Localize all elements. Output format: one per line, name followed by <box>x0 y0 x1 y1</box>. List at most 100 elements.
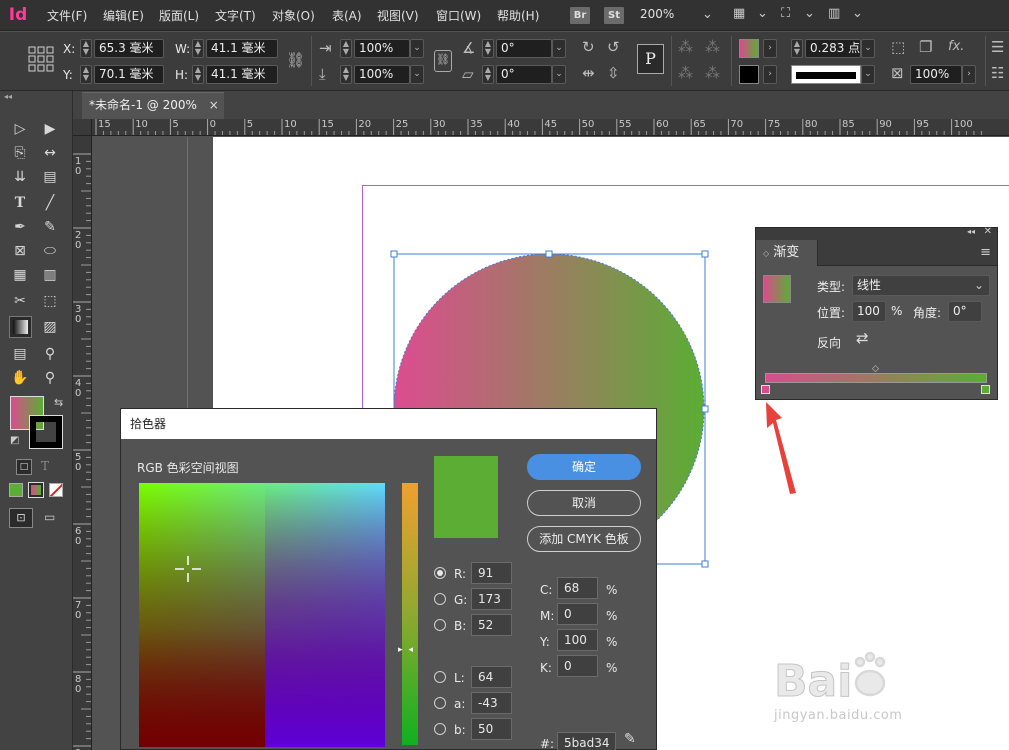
r-radio[interactable] <box>434 567 446 579</box>
screen-mode-icon[interactable]: ⛶ <box>781 6 790 21</box>
scale-y-dropdown[interactable]: ⌄ <box>410 65 424 84</box>
menu-help[interactable]: 帮助(H) <box>497 7 539 24</box>
color-field[interactable] <box>139 483 385 747</box>
gradient-swatch-tool-icon[interactable] <box>9 316 32 338</box>
default-colors-icon[interactable]: ◩ <box>10 435 19 446</box>
rotate-ccw-icon[interactable]: ↺ <box>607 38 620 56</box>
eyedropper-icon[interactable]: ✎ <box>624 731 636 747</box>
stroke-weight-dropdown[interactable]: ⌄ <box>861 39 875 58</box>
drop-shadow-icon[interactable]: ❐ <box>919 38 932 56</box>
page-tool-icon[interactable]: ⎘ <box>10 143 30 163</box>
h-field[interactable]: 41.1 毫米 <box>206 65 278 84</box>
gradient-preview-swatch[interactable] <box>763 275 791 303</box>
select-previous-icon[interactable]: ⁂ <box>705 38 720 56</box>
direct-selection-tool-icon[interactable]: ▶ <box>40 119 60 139</box>
scale-x-dropdown[interactable]: ⌄ <box>410 39 424 58</box>
content-collector-icon[interactable]: ⇊ <box>10 167 30 187</box>
type-tool-icon[interactable]: T <box>10 193 30 213</box>
w-spinner[interactable]: ▲ ▼ <box>192 39 204 58</box>
g-radio[interactable] <box>434 593 446 605</box>
view-options-icon[interactable]: ▦ <box>733 6 745 21</box>
constrain-scale-icon[interactable]: ⛓ <box>434 50 452 72</box>
scissors-tool-icon[interactable]: ✂ <box>10 291 30 311</box>
chevron-down-icon[interactable]: ⌄ <box>757 6 768 21</box>
stroke-weight-field[interactable]: 0.283 点 <box>805 39 861 58</box>
screen-mode-normal-icon[interactable]: ⊡ <box>9 508 33 528</box>
stroke-swatch[interactable] <box>739 65 759 84</box>
a-field[interactable]: -43 <box>471 692 512 714</box>
grid-tool-icon[interactable]: ▥ <box>40 265 60 285</box>
screen-mode-preview-icon[interactable]: ▭ <box>44 510 55 524</box>
shear-field[interactable]: 0° <box>496 65 552 84</box>
flip-horizontal-icon[interactable]: ⇹ <box>582 64 595 82</box>
w-field[interactable]: 41.1 毫米 <box>206 39 278 58</box>
rotate-dropdown[interactable]: ⌄ <box>552 39 566 58</box>
selection-tool-icon[interactable]: ▷ <box>10 119 30 139</box>
gradient-stop-end[interactable] <box>981 385 990 394</box>
l-field[interactable]: 64 <box>471 666 512 688</box>
fill-swatch[interactable] <box>739 39 759 58</box>
content-placer-icon[interactable]: ▤ <box>40 167 60 187</box>
reference-point-icon[interactable] <box>28 46 54 72</box>
y-field-cmyk[interactable]: 100 <box>557 629 598 651</box>
select-content-icon[interactable]: ⁂ <box>678 64 693 82</box>
panel-menu-icon[interactable]: ≡ <box>980 245 991 260</box>
formatting-text-icon[interactable]: T <box>41 459 49 473</box>
corner-options-icon[interactable]: ⬚ <box>891 38 905 56</box>
c-field[interactable]: 68 <box>557 577 598 599</box>
b-radio[interactable] <box>434 619 446 631</box>
stroke-type-field[interactable] <box>791 65 861 84</box>
menu-type[interactable]: 文字(T) <box>215 7 256 24</box>
gradient-feather-tool-icon[interactable]: ▨ <box>40 317 60 337</box>
add-cmyk-swatch-button[interactable]: 添加 CMYK 色板 <box>527 526 641 552</box>
pencil-tool-icon[interactable]: ✎ <box>40 217 60 237</box>
b-field[interactable]: 52 <box>471 614 512 636</box>
angle-field[interactable]: 0° <box>948 301 982 322</box>
collapse-panel-icon[interactable]: ◂◂ <box>4 92 12 101</box>
bridge-button[interactable]: Br <box>570 7 590 24</box>
apply-none-icon[interactable] <box>49 483 63 497</box>
gap-tool-icon[interactable]: ↔ <box>40 143 60 163</box>
reverse-gradient-icon[interactable]: ⇄ <box>856 329 869 347</box>
text-wrap-icon[interactable]: ☰ <box>991 38 1004 56</box>
h-spinner[interactable]: ▲ ▼ <box>192 65 204 84</box>
scale-y-spinner[interactable]: ▲ ▼ <box>340 65 352 84</box>
chevron-down-icon[interactable]: ⌄ <box>702 7 713 22</box>
apply-color-icon[interactable] <box>9 483 23 497</box>
close-panel-icon[interactable]: ✕ <box>984 226 992 237</box>
stroke-color-swatch[interactable] <box>29 415 63 449</box>
lab-b-field[interactable]: 50 <box>471 718 512 740</box>
stock-button[interactable]: St <box>604 7 624 24</box>
formatting-container-icon[interactable]: □ <box>16 459 32 475</box>
horizontal-ruler[interactable]: 15 10 5 0 5 10 15 20 25 30 35 40 45 50 55 60 65 70 75 80 85 9… <box>92 119 1009 136</box>
menu-file[interactable]: 文件(F) <box>47 7 87 24</box>
m-field[interactable]: 0 <box>557 603 598 625</box>
arrange-documents-icon[interactable]: ▥ <box>828 6 840 21</box>
flip-vertical-icon[interactable]: ⇳ <box>607 64 620 82</box>
text-wrap-alt-icon[interactable]: ☷ <box>991 64 1004 82</box>
menu-object[interactable]: 对象(O) <box>272 7 315 24</box>
chevron-down-icon[interactable]: ⌄ <box>804 6 815 21</box>
table-tool-icon[interactable]: ▦ <box>10 265 30 285</box>
panel-tab-gradient[interactable]: ◇ 渐变 <box>756 240 818 266</box>
gradient-stop-start[interactable] <box>761 385 770 394</box>
select-container-icon[interactable]: ⁂ <box>678 38 693 56</box>
free-transform-tool-icon[interactable]: ⬚ <box>40 291 60 311</box>
color-crosshair-icon[interactable] <box>175 556 201 582</box>
rotate-spinner[interactable]: ▲ ▼ <box>482 39 494 58</box>
stroke-dropdown[interactable]: › <box>763 65 777 84</box>
zoom-level[interactable]: 200% <box>640 7 674 21</box>
k-field[interactable]: 0 <box>557 655 598 677</box>
reference-p-icon[interactable]: P <box>637 44 664 74</box>
line-tool-icon[interactable]: ╱ <box>40 193 60 213</box>
chevron-down-icon[interactable]: ⌄ <box>852 6 863 21</box>
opacity-field[interactable]: 100% <box>910 65 962 84</box>
swap-colors-icon[interactable]: ⇆ <box>54 396 63 409</box>
opacity-dropdown[interactable]: › <box>962 65 976 84</box>
close-tab-icon[interactable]: × <box>209 98 219 112</box>
x-field[interactable]: 65.3 毫米 <box>94 39 164 58</box>
vertical-ruler[interactable]: 102030405060708090 <box>73 136 92 750</box>
cancel-button[interactable]: 取消 <box>527 490 641 516</box>
hex-field[interactable]: 5bad34 <box>557 732 616 750</box>
rotate-field[interactable]: 0° <box>496 39 552 58</box>
